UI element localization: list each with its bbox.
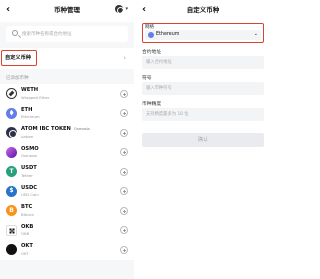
nav-bar: ‹ 自定义币种: [136, 0, 270, 22]
token-row-usdt[interactable]: USDT Tether: [0, 162, 134, 182]
add-icon[interactable]: [120, 206, 128, 215]
ethereum-icon: [148, 32, 154, 38]
search-bar[interactable]: [6, 26, 132, 42]
token-chain-tag: Osmosis: [73, 126, 90, 131]
network-dropdown[interactable]: Ethereum ⌄: [145, 30, 261, 40]
token-symbol: USDT: [21, 165, 37, 171]
token-name: Osmosis: [21, 153, 37, 158]
confirm-button[interactable]: 确认: [142, 133, 264, 147]
token-symbol: OKB: [21, 223, 34, 230]
contract-field[interactable]: [142, 56, 264, 69]
add-icon[interactable]: [120, 226, 128, 234]
symbol-input[interactable]: [146, 84, 256, 93]
network-selector[interactable]: 网络 Ethereum ⌄: [142, 23, 264, 43]
token-row-osmo[interactable]: OSMO Osmosis: [0, 143, 134, 163]
section-label: 已添加币种: [6, 76, 29, 81]
add-icon[interactable]: [120, 89, 128, 98]
page-title: 自定义币种: [186, 6, 220, 14]
decimals-label: 币种精度: [142, 102, 162, 107]
token-row-btc[interactable]: BTC Bitcoin: [0, 201, 134, 221]
custom-token-label: 自定义币种: [5, 55, 31, 61]
token-symbol: ETH: [21, 106, 33, 113]
symbol-label: 符号: [142, 76, 152, 81]
add-icon[interactable]: [120, 187, 128, 195]
weth-icon: [6, 88, 17, 99]
token-symbol: WETH: [21, 87, 39, 93]
token-name: USD Coin: [21, 192, 39, 197]
token-symbol: BTC: [21, 204, 33, 210]
network-value: Ethereum: [156, 32, 180, 37]
usdt-icon: [6, 166, 17, 177]
okt-icon: [6, 244, 17, 255]
globe-icon: [115, 5, 124, 14]
okb-icon: [6, 224, 17, 236]
eth-icon: [6, 107, 17, 119]
token-name: Bitcoin: [21, 211, 35, 217]
nav-bar: ‹ 币种管理 ▾: [0, 0, 134, 22]
decimals-field[interactable]: [142, 108, 264, 121]
token-name: OKT: [21, 250, 29, 256]
search-icon: [12, 30, 18, 36]
chevron-down-icon: ▾: [125, 6, 128, 12]
usdc-icon: [6, 185, 17, 197]
token-row-okb[interactable]: OKB OKB: [0, 221, 134, 241]
contract-input[interactable]: [146, 58, 256, 67]
token-row-atom[interactable]: ATOM IBC TOKEN Osmosis uatom: [0, 123, 134, 143]
token-name: OKB: [21, 231, 30, 236]
token-row-okt[interactable]: OKT OKT: [0, 240, 134, 260]
chevron-right-icon: ›: [123, 54, 126, 62]
add-icon[interactable]: [120, 109, 128, 117]
token-symbol: OSMO: [21, 145, 39, 152]
token-symbol: USDC: [21, 184, 38, 191]
custom-token-screen: ‹ 自定义币种 网络 Ethereum ⌄ 合约地址 符号 币种精度 确认: [136, 0, 270, 279]
token-name: Wrapped Ether: [21, 94, 50, 100]
network-switcher[interactable]: ▾: [115, 5, 128, 14]
search-input[interactable]: [22, 29, 132, 39]
add-icon[interactable]: [120, 245, 128, 254]
token-row-usdc[interactable]: USDC USD Coin: [0, 182, 134, 202]
osmo-icon: [6, 146, 17, 158]
contract-label: 合约地址: [142, 50, 162, 55]
add-icon[interactable]: [120, 167, 128, 176]
token-management-screen: ‹ 币种管理 ▾ 自定义币种 › 已添加币种 WETH Wrapped Ethe…: [0, 0, 134, 279]
token-list: WETH Wrapped Ether ETH Ethereum ATOM IBC…: [0, 84, 134, 260]
token-row-weth[interactable]: WETH Wrapped Ether: [0, 84, 134, 104]
token-name: Ethereum: [21, 114, 40, 119]
token-symbol: OKT: [21, 243, 33, 249]
page-title: 币种管理: [54, 6, 80, 14]
token-name: Tether: [21, 172, 33, 178]
token-name: uatom: [21, 133, 34, 139]
chevron-down-icon: ⌄: [253, 31, 258, 37]
token-symbol: ATOM IBC TOKEN Osmosis: [21, 126, 90, 132]
custom-token-form: 网络 Ethereum ⌄ 合约地址 符号 币种精度 确认: [136, 23, 270, 147]
btc-icon: [6, 205, 17, 216]
decimals-input[interactable]: [146, 110, 256, 119]
add-icon[interactable]: [120, 128, 128, 137]
add-icon[interactable]: [120, 148, 128, 156]
symbol-field[interactable]: [142, 82, 264, 95]
atom-icon: [6, 127, 17, 138]
token-row-eth[interactable]: ETH Ethereum: [0, 104, 134, 124]
custom-token-row[interactable]: 自定义币种 ›: [0, 48, 134, 69]
